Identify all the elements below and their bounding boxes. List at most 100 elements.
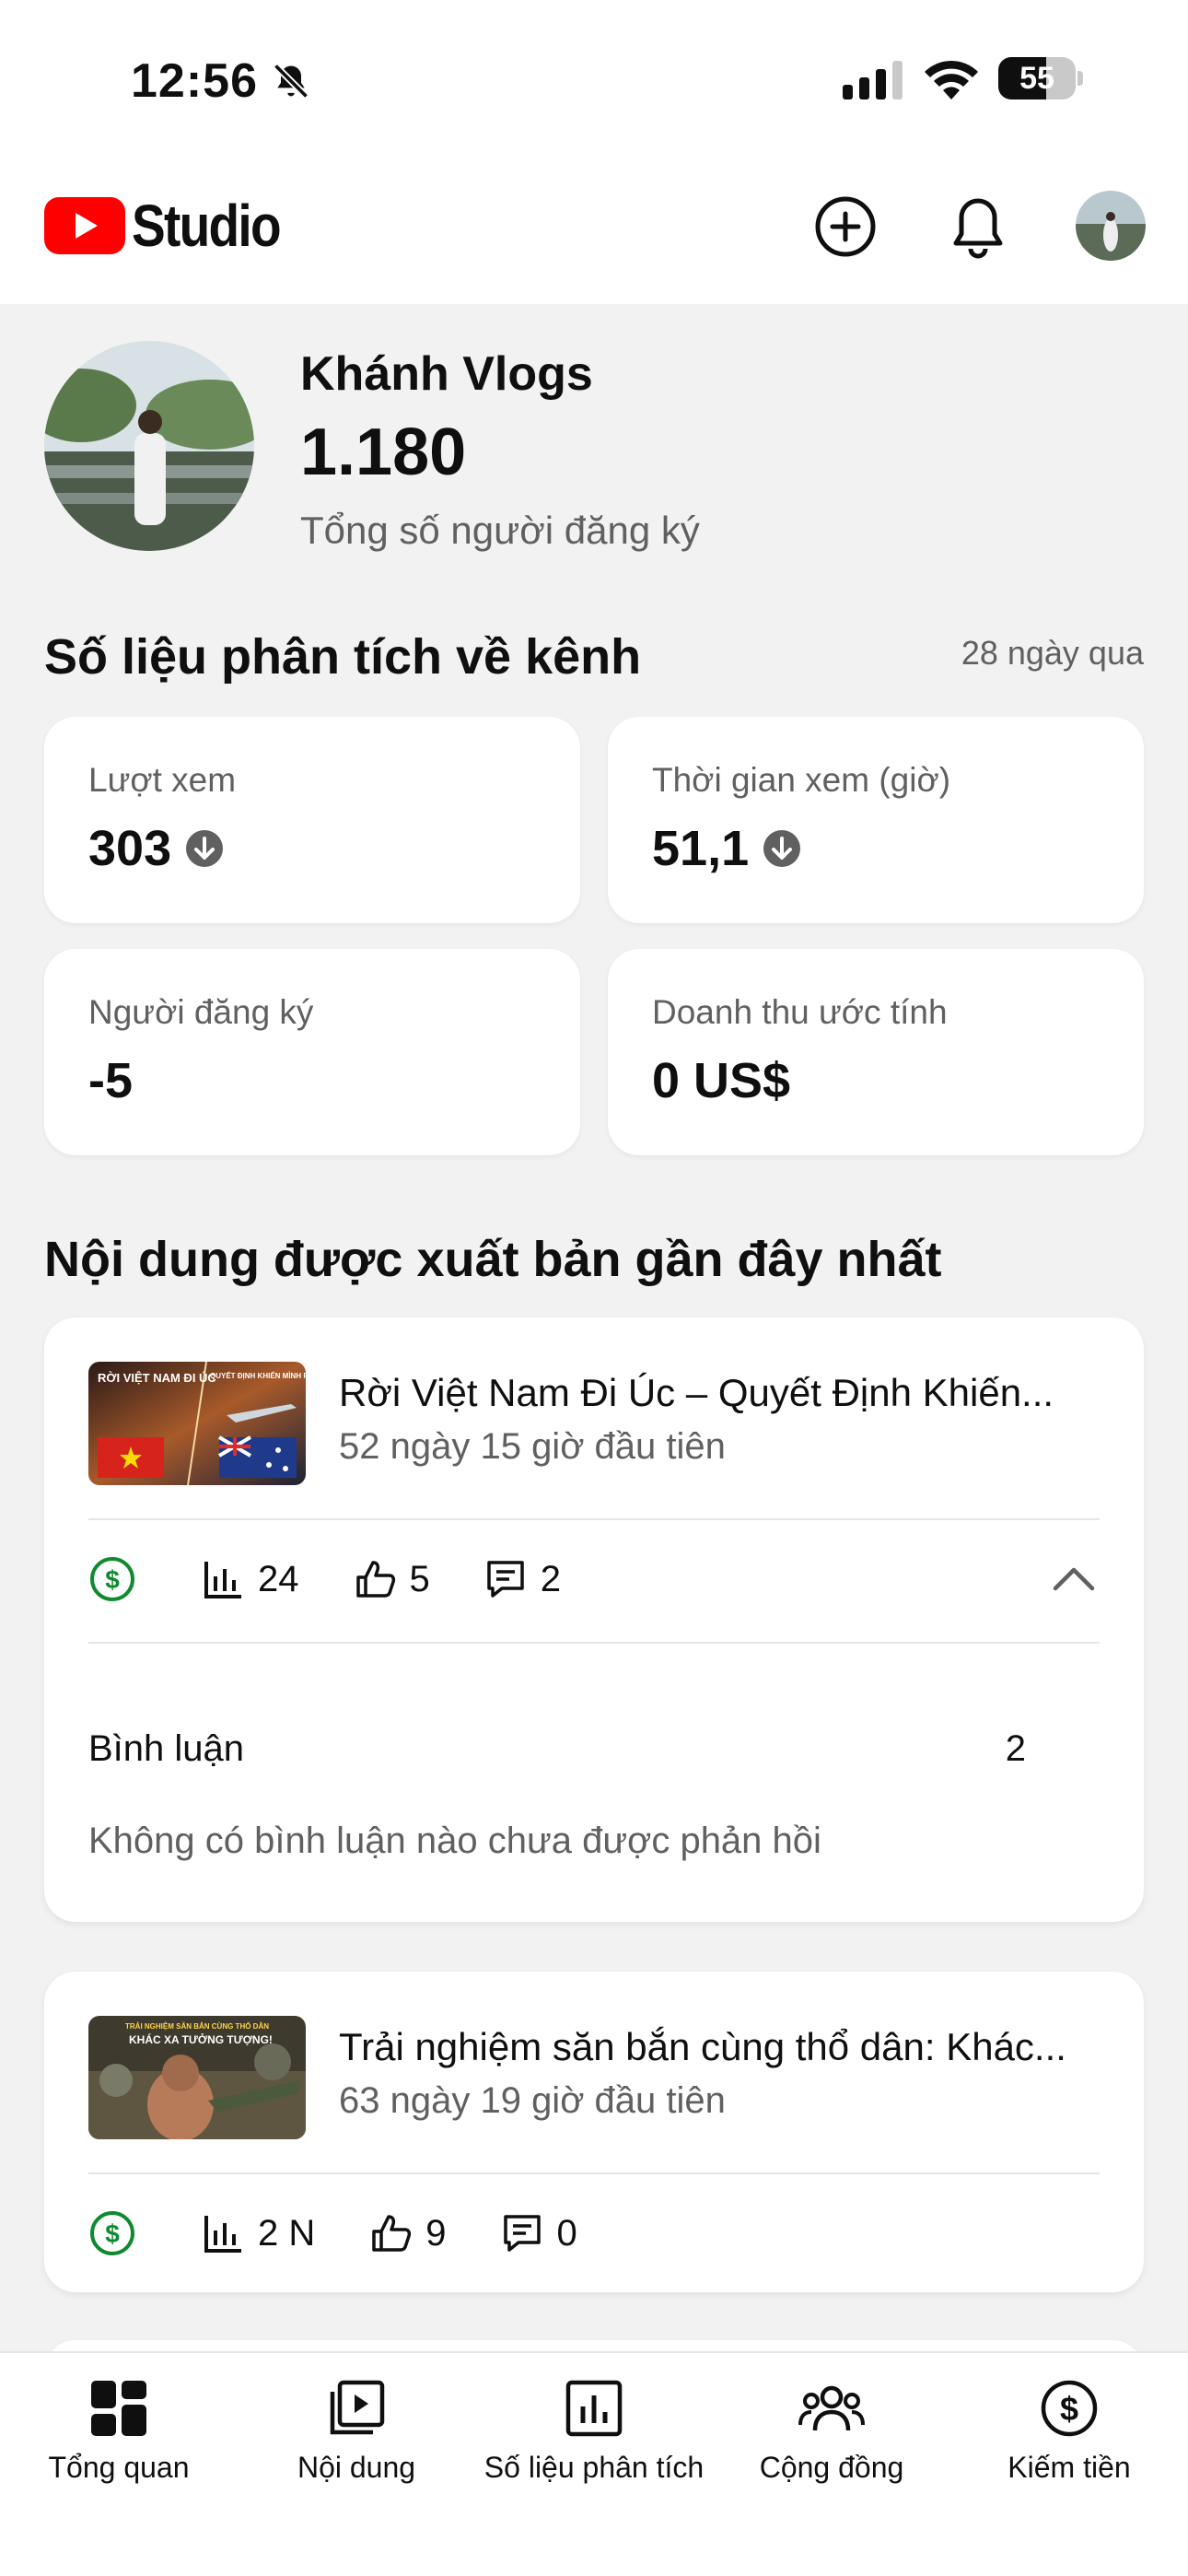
likes-count: 9 [425, 2212, 447, 2254]
thumbnail-text: RỜI VIỆT NAM ĐI ÚC [98, 1371, 216, 1385]
nav-label: Cộng đồng [759, 2451, 904, 2484]
metric-card-views[interactable]: Lượt xem 303 [44, 717, 580, 923]
thumbs-up-icon [372, 2215, 412, 2252]
comments-count: 0 [556, 2212, 577, 2254]
dashboard-icon [91, 2381, 146, 2436]
likes-count: 5 [409, 1558, 430, 1599]
trend-down-icon [763, 830, 801, 867]
community-icon [798, 2385, 865, 2431]
metric-card-subscribers[interactable]: Người đăng ký -5 [44, 949, 580, 1155]
account-avatar[interactable] [1076, 191, 1146, 261]
svg-text:$: $ [1060, 2390, 1078, 2428]
thumbnail-text: TRẢI NGHIỆM SĂN BẮN CÙNG THỔ DÂN [125, 2022, 269, 2031]
cellular-signal-icon [843, 61, 903, 100]
metric-value-row: -5 [88, 1052, 133, 1109]
battery-level: 55 [1019, 61, 1054, 96]
youtube-logo-icon [44, 197, 125, 254]
metric-label: Lượt xem [88, 761, 237, 799]
comment-icon [487, 1561, 524, 1598]
chevron-up-icon[interactable] [1048, 1553, 1100, 1605]
notifications-bell-icon[interactable] [945, 193, 1011, 260]
comments-count: 2 [540, 1558, 561, 1599]
monetization-status: $ [88, 2209, 149, 2257]
top-area: 12:56 55 Studio [0, 0, 1188, 304]
video-card[interactable]: RỜI VIỆT NAM ĐI ÚC QUYẾT ĐỊNH KHIẾN MÌNH… [44, 1317, 1144, 1922]
dashboard-scroll[interactable]: Khánh Vlogs 1.180 Tổng số người đăng ký … [0, 304, 1188, 2351]
recent-content-title: Nội dung được xuất bản gần đây nhất [44, 1232, 942, 1287]
views-stat: 2 N [203, 2212, 315, 2254]
video-meta: 63 ngày 19 giờ đầu tiên [339, 2080, 726, 2121]
comments-section-count: 2 [1005, 1728, 1026, 1769]
earn-icon: $ [1041, 2380, 1098, 2437]
nav-label: Nội dung [297, 2451, 416, 2484]
likes-stat: 5 [353, 1557, 430, 1601]
subscriber-count: 1.180 [300, 416, 467, 489]
bar-chart-icon [204, 2216, 241, 2253]
thumbnail-text: QUYẾT ĐỊNH KHIẾN MÌNH PHẢI VỀ XA [210, 1371, 306, 1380]
video-title[interactable]: Trải nghiệm săn bắn cùng thổ dân: Khác..… [339, 2025, 1076, 2069]
views-stat: 24 [203, 1558, 299, 1600]
silent-mode-icon [273, 63, 309, 100]
metric-value-row: 303 [88, 820, 225, 877]
comments-note: Không có bình luận nào chưa được phản hồ… [88, 1821, 821, 1861]
video-thumbnail[interactable]: TRẢI NGHIỆM SĂN BẮN CÙNG THỔ DÂN KHÁC XA… [88, 2016, 306, 2139]
status-bar: 12:56 55 [0, 0, 1188, 161]
video-card[interactable] [44, 2340, 1144, 2351]
nav-label: Số liệu phân tích [483, 2451, 705, 2484]
svg-text:$: $ [105, 2219, 120, 2248]
metric-value: -5 [88, 1053, 134, 1108]
divider [88, 1642, 1100, 1644]
wifi-icon [925, 60, 978, 100]
metric-card-revenue[interactable]: Doanh thu ước tính 0 US$ [608, 949, 1144, 1155]
metric-value-row: 51,1 [652, 820, 802, 877]
battery-indicator: 55 [998, 57, 1083, 100]
comments-stat: 0 [500, 2211, 577, 2255]
metric-value: 0 US$ [652, 1053, 791, 1108]
trend-down-icon [186, 830, 224, 867]
monetization-dollar-icon: $ [90, 2211, 134, 2255]
metric-value: 51,1 [652, 821, 750, 876]
channel-summary: Khánh Vlogs 1.180 Tổng số người đăng ký [44, 341, 1144, 562]
bar-chart-icon [204, 1562, 241, 1598]
video-stats-row: $ 2 N 9 0 [88, 2206, 1100, 2261]
comment-icon [503, 2215, 541, 2252]
content-icon [330, 2380, 385, 2435]
video-card[interactable]: TRẢI NGHIỆM SĂN BẮN CÙNG THỔ DÂN KHÁC XA… [44, 1972, 1144, 2292]
create-icon[interactable] [812, 193, 879, 260]
nav-label: Kiếm tiền [1007, 2451, 1131, 2484]
analytics-icon [565, 2380, 623, 2437]
metric-label: Doanh thu ước tính [652, 993, 948, 1031]
bottom-navigation: Tổng quan Nội dung Số liệu phân tích Cộn… [0, 2351, 1188, 2576]
status-time: 12:56 [131, 54, 258, 108]
nav-label: Tổng quan [48, 2451, 190, 2484]
nav-tab-content[interactable]: Nội dung [238, 2370, 475, 2508]
views-count: 24 [258, 1558, 299, 1599]
app-header: Studio [0, 175, 1188, 276]
metric-label: Người đăng ký [88, 993, 314, 1031]
thumbs-up-icon [355, 1561, 395, 1598]
views-count: 2 N [258, 2212, 316, 2254]
video-title[interactable]: Rời Việt Nam Đi Úc – Quyết Định Khiến... [339, 1371, 1076, 1415]
channel-name: Khánh Vlogs [300, 347, 593, 401]
nav-tab-analytics[interactable]: Số liệu phân tích [475, 2370, 713, 2508]
metric-card-watch-time[interactable]: Thời gian xem (giờ) 51,1 [608, 717, 1144, 923]
nav-tab-dashboard[interactable]: Tổng quan [0, 2370, 238, 2508]
monetization-dollar-icon: $ [90, 1557, 134, 1601]
monetization-status: $ [88, 1555, 149, 1603]
divider [88, 1518, 1100, 1520]
app-name: Studio [132, 193, 282, 259]
comments-stat: 2 [483, 1557, 561, 1601]
video-stats-row: $ 24 5 2 [88, 1551, 1100, 1607]
svg-text:$: $ [105, 1565, 120, 1594]
nav-tab-earn[interactable]: $ Kiếm tiền [950, 2370, 1188, 2508]
likes-stat: 9 [368, 2211, 447, 2255]
channel-avatar [44, 341, 254, 551]
metric-value: 303 [88, 821, 172, 876]
analytics-title: Số liệu phân tích về kênh [44, 629, 642, 685]
nav-tab-community[interactable]: Cộng đồng [713, 2370, 950, 2508]
divider [88, 2172, 1100, 2174]
subscriber-label: Tổng số người đăng ký [300, 509, 700, 552]
thumbnail-text: KHÁC XA TƯỞNG TƯỢNG! [129, 2032, 273, 2046]
analytics-period: 28 ngày qua [961, 634, 1144, 672]
video-thumbnail[interactable]: RỜI VIỆT NAM ĐI ÚC QUYẾT ĐỊNH KHIẾN MÌNH… [88, 1362, 306, 1485]
